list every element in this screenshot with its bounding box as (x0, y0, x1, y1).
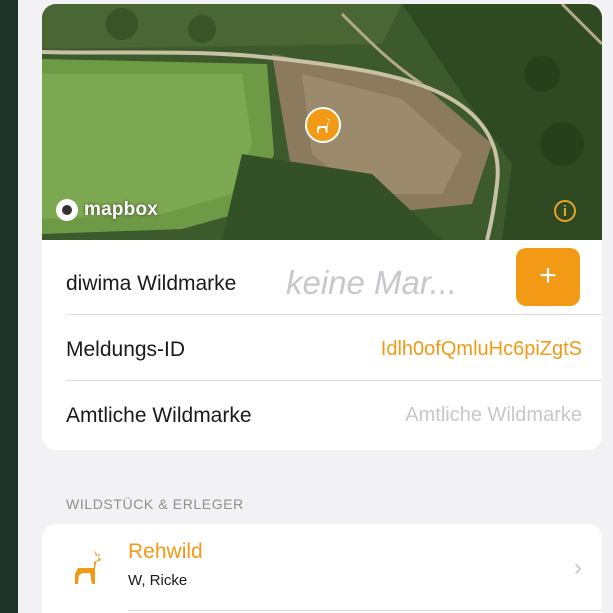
divider (66, 314, 602, 315)
meldungs-id-value: Idlh0ofQmluHc6piZgtS (380, 338, 582, 360)
report-card: mapbox i diwima Wildmarke keine Mar... +… (42, 4, 602, 450)
add-wildmarke-button[interactable]: + (516, 248, 580, 306)
satellite-map[interactable]: mapbox i (42, 4, 602, 240)
deer-icon (75, 550, 101, 584)
game-card: Rehwild W, Ricke › (42, 524, 602, 613)
mapbox-logo[interactable]: mapbox (56, 199, 158, 221)
amtliche-wildmarke-row: Amtliche Wildmarke Amtliche Wildmarke (42, 384, 602, 448)
amtliche-wildmarke-input[interactable]: Amtliche Wildmarke (405, 404, 582, 427)
wildmarke-label: diwima Wildmarke (66, 272, 237, 295)
mapbox-icon (56, 199, 78, 221)
game-row[interactable]: Rehwild W, Ricke › (42, 524, 602, 613)
mapbox-text: mapbox (84, 199, 159, 220)
app-screen: mapbox i diwima Wildmarke keine Mar... +… (18, 0, 613, 613)
amtliche-wildmarke-label: Amtliche Wildmarke (66, 404, 252, 427)
meldungs-id-row: Meldungs-ID Idlh0ofQmluHc6piZgtS (42, 318, 602, 382)
divider (128, 610, 602, 611)
wildmarke-input[interactable]: keine Mar... (286, 264, 496, 302)
section-header: WILDSTÜCK & ERLEGER (66, 496, 244, 512)
info-icon[interactable]: i (554, 200, 576, 222)
divider (66, 380, 602, 381)
wildmarke-row: diwima Wildmarke keine Mar... + (42, 244, 602, 308)
chevron-right-icon: › (574, 554, 582, 581)
game-subtitle: W, Ricke (128, 572, 188, 589)
meldungs-id-label: Meldungs-ID (66, 338, 186, 361)
deer-icon (317, 117, 330, 133)
deer-marker-icon[interactable] (305, 107, 341, 143)
game-title: Rehwild (128, 540, 203, 563)
